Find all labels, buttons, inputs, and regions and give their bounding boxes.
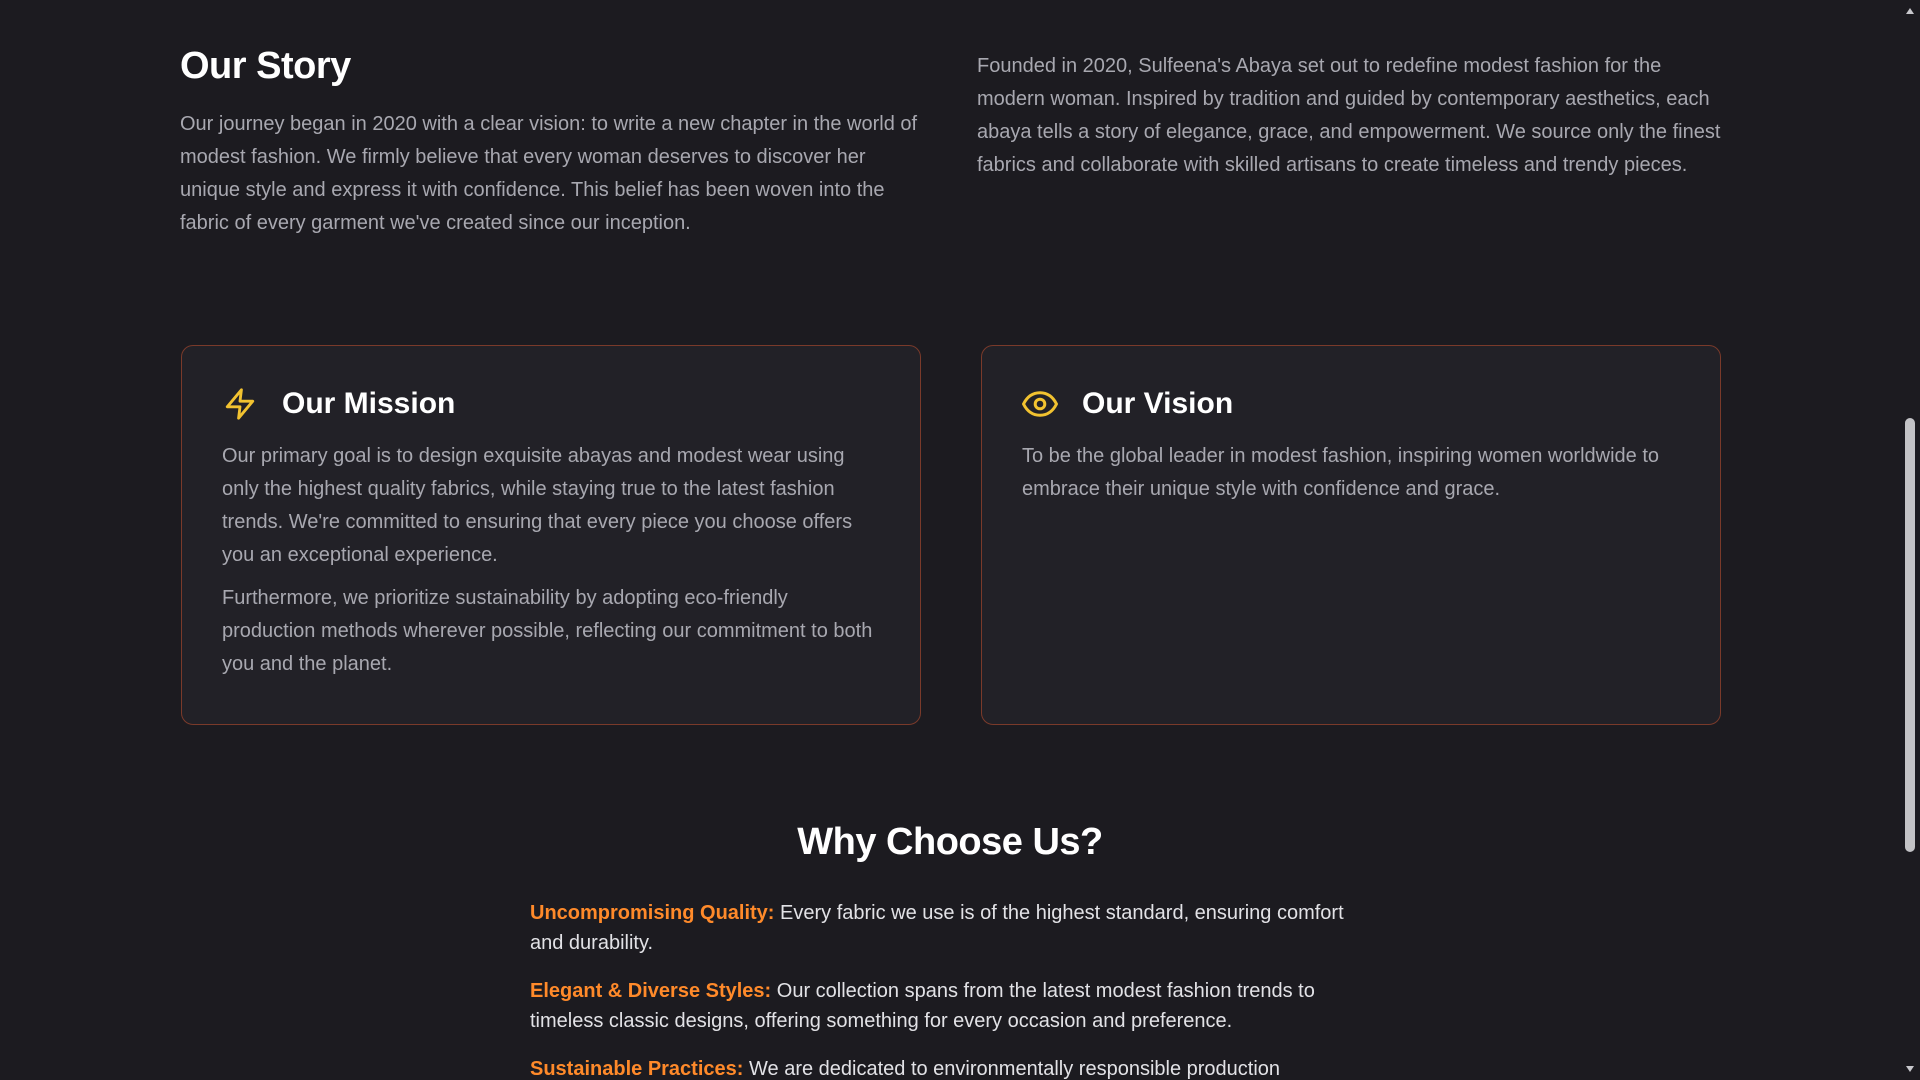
mission-text-1: Our primary goal is to design exquisite … <box>222 445 853 566</box>
why-choose-us-section: Why Choose Us? <box>0 820 1900 866</box>
mission-title: Our Mission <box>282 387 456 420</box>
eye-icon <box>1022 386 1058 422</box>
why-list: Uncompromising Quality: Every fabric we … <box>530 898 1380 1080</box>
story-left-text: Our journey began in 2020 with a clear v… <box>180 112 918 234</box>
story-left-column: Our Story Our journey began in 2020 with… <box>180 44 925 240</box>
vision-text: To be the global leader in modest fashio… <box>1022 445 1660 500</box>
why-item-text: We are dedicated to environmentally resp… <box>743 1058 1281 1080</box>
mission-vision-section: Our Mission Our primary goal is to desig… <box>181 345 1721 725</box>
why-item-styles: Elegant & Diverse Styles: Our collection… <box>530 976 1380 1036</box>
scrollbar-thumb[interactable] <box>1905 418 1915 852</box>
vision-card-header: Our Vision <box>1022 386 1680 422</box>
mission-card: Our Mission Our primary goal is to desig… <box>181 345 921 725</box>
lightning-bolt-icon <box>222 386 258 422</box>
vertical-scrollbar[interactable] <box>1900 0 1920 1080</box>
scroll-down-arrow-icon[interactable] <box>1904 1064 1916 1074</box>
scroll-up-arrow-icon[interactable] <box>1904 6 1916 16</box>
why-item-label: Elegant & Diverse Styles: <box>530 980 772 1002</box>
story-title: Our Story <box>180 45 351 87</box>
story-right-column: Founded in 2020, Sulfeena's Abaya set ou… <box>977 44 1722 240</box>
why-item-label: Uncompromising Quality: <box>530 902 775 924</box>
why-item-quality: Uncompromising Quality: Every fabric we … <box>530 898 1380 958</box>
mission-text-2: Furthermore, we prioritize sustainabilit… <box>222 587 873 675</box>
about-content: Our Story Our journey began in 2020 with… <box>0 0 1900 1080</box>
why-item-label: Sustainable Practices: <box>530 1058 744 1080</box>
why-item-sustainable: Sustainable Practices: We are dedicated … <box>530 1054 1380 1080</box>
mission-card-header: Our Mission <box>222 386 880 422</box>
why-title: Why Choose Us? <box>797 821 1103 863</box>
story-section: Our Story Our journey began in 2020 with… <box>180 44 1722 240</box>
vision-title: Our Vision <box>1082 387 1234 420</box>
story-right-text: Founded in 2020, Sulfeena's Abaya set ou… <box>977 55 1721 176</box>
page: Our Story Our journey began in 2020 with… <box>0 0 1920 1080</box>
vision-card: Our Vision To be the global leader in mo… <box>981 345 1721 725</box>
